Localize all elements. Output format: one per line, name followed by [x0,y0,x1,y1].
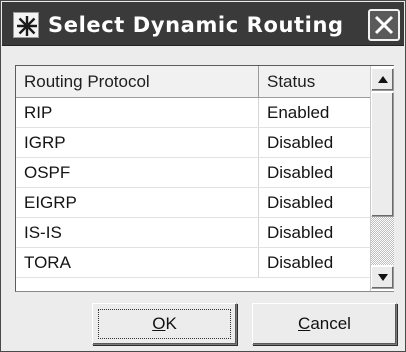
arrow-up-icon [378,76,388,83]
protocol-cell: EIGRP [16,188,259,217]
column-header-routing-protocol[interactable]: Routing Protocol [16,66,259,97]
scroll-thumb[interactable] [371,92,394,217]
list-row-ospf[interactable]: OSPF Disabled [16,158,370,188]
scroll-track[interactable] [371,92,394,265]
status-cell[interactable]: Disabled [259,218,370,247]
cancel-mnemonic: C [298,314,311,333]
list-row-eigrp[interactable]: EIGRP Disabled [16,188,370,218]
protocol-cell: TORA [16,248,259,277]
status-cell[interactable]: Enabled [259,98,370,127]
close-button[interactable] [368,9,400,41]
protocol-cell: OSPF [16,158,259,187]
window-title: Select Dynamic Routing ... [48,13,348,37]
list-row-tora[interactable]: TORA Disabled [16,248,370,278]
status-cell[interactable]: Disabled [259,158,370,187]
scroll-down-button[interactable] [371,266,394,289]
close-icon [374,15,394,35]
status-cell[interactable]: Disabled [259,248,370,277]
status-cell[interactable]: Disabled [259,188,370,217]
list-row-is-is[interactable]: IS-IS Disabled [16,218,370,248]
list-row-igrp[interactable]: IGRP Disabled [16,128,370,158]
arrow-down-icon [378,274,388,281]
ok-button[interactable]: OK [92,303,237,345]
routing-protocol-list[interactable]: Routing Protocol Status RIP Enabled IGRP… [15,65,394,292]
scroll-up-button[interactable] [371,68,394,91]
list-body: RIP Enabled IGRP Disabled OSPF Disabled … [16,98,370,292]
list-header: Routing Protocol Status [16,66,370,98]
scroll-track-page-area[interactable] [371,217,394,265]
protocol-cell: IS-IS [16,218,259,247]
protocol-cell: IGRP [16,128,259,157]
list-row-rip[interactable]: RIP Enabled [16,98,370,128]
cancel-label-rest: ancel [310,314,351,333]
cancel-button[interactable]: Cancel [252,303,397,345]
status-cell[interactable]: Disabled [259,128,370,157]
ok-button-label: OK [152,314,177,333]
vertical-scrollbar[interactable] [370,66,394,291]
ok-mnemonic: O [152,314,166,333]
cancel-button-label: Cancel [298,314,351,333]
title-bar[interactable]: Select Dynamic Routing ... [2,2,404,46]
protocol-cell: RIP [16,98,259,127]
column-header-status[interactable]: Status [259,66,370,97]
select-dynamic-routing-dialog: Select Dynamic Routing ... Routing Proto… [0,0,406,352]
ok-label-rest: K [165,314,177,333]
window-app-icon [13,12,39,38]
